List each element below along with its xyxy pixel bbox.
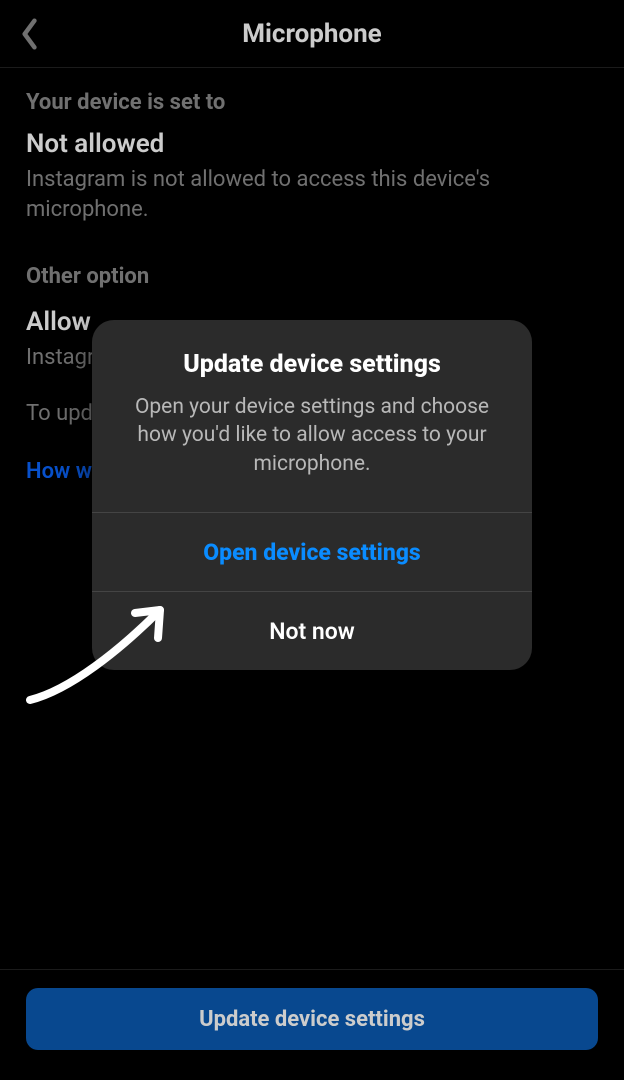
not-now-button[interactable]: Not now bbox=[92, 592, 532, 670]
dialog-text: Open your device settings and choose how… bbox=[122, 393, 502, 478]
dialog-body: Update device settings Open your device … bbox=[92, 320, 532, 512]
dialog-title: Update device settings bbox=[122, 350, 502, 379]
modal-overlay: Update device settings Open your device … bbox=[0, 0, 624, 1080]
update-settings-dialog: Update device settings Open your device … bbox=[92, 320, 532, 670]
open-device-settings-button[interactable]: Open device settings bbox=[92, 513, 532, 591]
